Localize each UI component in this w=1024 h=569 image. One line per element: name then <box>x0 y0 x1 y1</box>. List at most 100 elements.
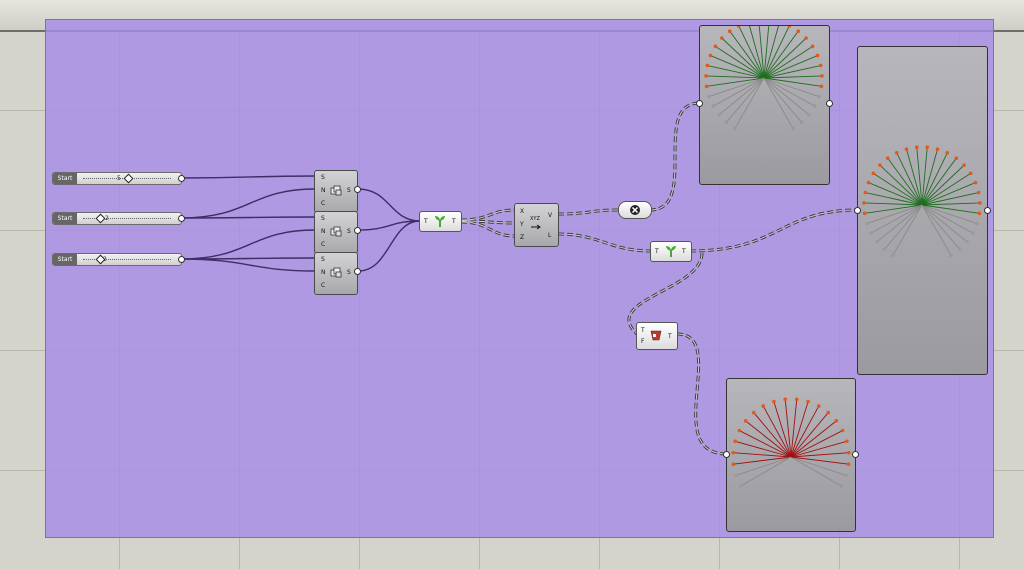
slider-label: Start <box>53 254 77 265</box>
fan-point <box>787 26 792 28</box>
fan-point <box>863 190 868 195</box>
panel-1-input-port[interactable] <box>696 100 703 107</box>
fan-line <box>745 420 792 458</box>
number-slider-1[interactable]: Start 5 <box>52 172 182 185</box>
negate-component[interactable] <box>618 201 652 219</box>
fan-point <box>891 253 895 258</box>
fan-line <box>790 412 829 458</box>
fan-point <box>796 29 801 34</box>
series-component-3[interactable]: S N C S <box>314 252 358 295</box>
series-icon <box>330 185 342 196</box>
fan-point <box>818 63 823 68</box>
panel-2-output-port[interactable] <box>984 207 991 214</box>
slider-1-output-port[interactable] <box>178 175 185 182</box>
fan-point <box>869 231 874 235</box>
series-2-output-port[interactable] <box>354 227 361 234</box>
fan-point <box>847 450 851 455</box>
panel-2-input-port[interactable] <box>854 207 861 214</box>
fan-point <box>826 410 831 415</box>
panel-3-output-port[interactable] <box>852 451 859 458</box>
slider-track[interactable]: 2 <box>77 213 181 224</box>
slider-value: 5 <box>117 175 121 182</box>
fan-point <box>705 63 710 68</box>
fan-line <box>921 164 965 206</box>
slider-track[interactable]: 2 <box>77 254 181 265</box>
preview-panel-2[interactable] <box>857 46 988 375</box>
graft-icon <box>666 246 676 257</box>
fan-point <box>962 163 966 167</box>
fan-point <box>840 428 845 433</box>
fan-point <box>878 163 882 167</box>
slider-3-output-port[interactable] <box>178 256 185 263</box>
vector-xyz-component[interactable]: X Y Z XYZ V L <box>514 203 559 247</box>
fan-point <box>720 36 724 40</box>
fan-point <box>904 147 909 151</box>
fan-point <box>816 404 821 408</box>
dispatch-component[interactable]: T F T <box>636 322 678 350</box>
fan-point <box>819 84 824 89</box>
fan-point <box>820 74 824 78</box>
fan-preview-green-1 <box>704 26 824 131</box>
fan-point <box>935 147 940 151</box>
output-t-label: T <box>682 248 686 255</box>
fan-point <box>804 36 808 40</box>
fan-point <box>810 44 815 49</box>
input-y-label: Y <box>520 221 524 228</box>
slider-2-output-port[interactable] <box>178 215 185 222</box>
fan-point <box>834 419 839 423</box>
fan-line <box>721 37 765 79</box>
fan-point <box>717 112 721 117</box>
fan-point <box>978 201 982 205</box>
slider-track[interactable]: 5 <box>77 173 181 184</box>
input-f-label: F <box>641 338 645 345</box>
fan-point <box>871 171 876 176</box>
output-l-label: L <box>548 232 552 239</box>
preview-panel-1[interactable] <box>699 25 830 185</box>
fan-point <box>973 180 978 185</box>
number-slider-2[interactable]: Start 2 <box>52 212 182 225</box>
wire-graft2-panel2 <box>689 208 859 253</box>
fan-point <box>862 211 867 216</box>
series-icon <box>330 226 342 237</box>
grasshopper-canvas[interactable]: Start 5 Start 2 Start 2 S N C S S N C S … <box>0 0 1024 569</box>
panel-1-output-port[interactable] <box>826 100 833 107</box>
panel-3-input-port[interactable] <box>723 451 730 458</box>
output-t-label: T <box>452 218 456 225</box>
fan-point <box>733 439 737 444</box>
fan-point <box>844 473 848 478</box>
vector-arrow-icon <box>531 224 541 230</box>
series-3-output-port[interactable] <box>354 268 361 275</box>
graft-tree-component-2[interactable]: T T <box>650 241 692 262</box>
fan-point <box>772 399 776 404</box>
wire-slider3-n2 <box>180 229 316 260</box>
wire-s1-graft <box>357 188 421 222</box>
fan-point <box>707 94 711 99</box>
input-s-label: S <box>321 174 325 181</box>
fan-point <box>815 53 820 58</box>
series-component-1[interactable]: S N C S <box>314 170 358 213</box>
preview-panel-3[interactable] <box>726 378 856 532</box>
wire-slider3-n3 <box>180 258 316 272</box>
input-s-label: S <box>321 215 325 222</box>
series-1-output-port[interactable] <box>354 186 361 193</box>
fan-point <box>945 151 950 155</box>
slider-grip[interactable] <box>123 173 134 184</box>
fan-point <box>799 120 804 125</box>
wire-dispatch-panel3 <box>676 332 728 456</box>
number-slider-3[interactable]: Start 2 <box>52 253 182 266</box>
fan-point <box>957 247 962 252</box>
input-x-label: X <box>520 208 525 215</box>
fan-point <box>845 439 849 444</box>
fan-point <box>882 247 887 252</box>
input-n-label: N <box>321 187 326 194</box>
graft-tree-component[interactable]: T T <box>419 211 462 232</box>
series-component-2[interactable]: S N C S <box>314 211 358 254</box>
fan-point <box>846 462 851 467</box>
input-t-label: T <box>655 248 659 255</box>
fan-point <box>954 156 959 161</box>
fan-point <box>865 221 869 226</box>
fan-point <box>733 126 737 131</box>
fan-line <box>790 420 837 458</box>
output-v-label: V <box>548 212 553 219</box>
slider-grip[interactable] <box>95 213 106 224</box>
